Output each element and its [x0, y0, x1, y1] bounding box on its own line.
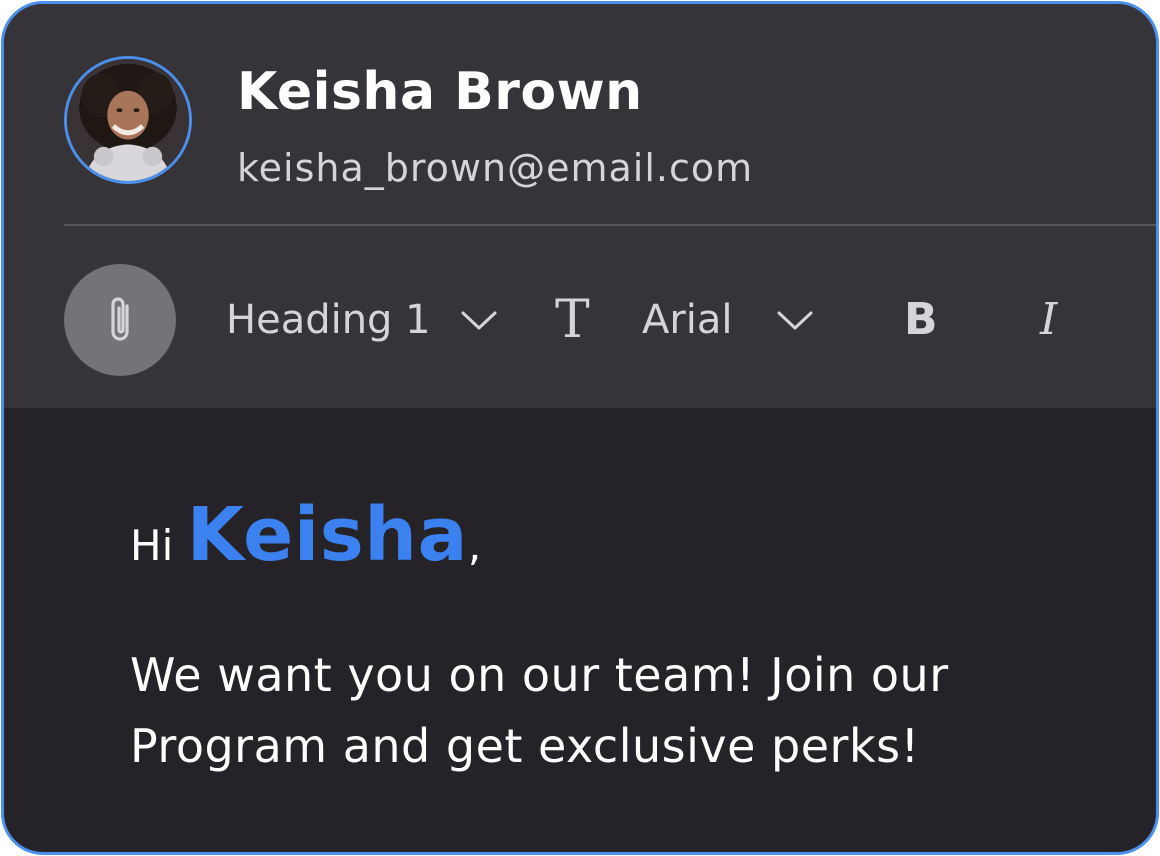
email-compose-card: Keisha Brown keisha_brown@email.com Head…	[1, 1, 1159, 855]
chevron-down-icon[interactable]	[460, 310, 498, 332]
sender-email: keisha_brown@email.com	[237, 146, 754, 190]
greeting-line[interactable]: Hi Keisha,	[130, 490, 481, 591]
greeting-suffix: ,	[467, 521, 482, 570]
message-body[interactable]: We want you on our team! Join our Progra…	[130, 640, 1090, 782]
bold-button[interactable]: B	[904, 292, 938, 348]
attach-button[interactable]	[64, 264, 176, 376]
text-style-dropdown[interactable]: Heading 1	[226, 294, 431, 346]
avatar	[64, 56, 192, 184]
header-divider	[64, 224, 1156, 226]
font-family-dropdown[interactable]: Arial	[642, 294, 733, 346]
paperclip-icon	[111, 297, 129, 341]
greeting-name: Keisha	[186, 492, 468, 578]
italic-button[interactable]: I	[1040, 292, 1057, 348]
sender-name: Keisha Brown	[237, 62, 643, 122]
user-avatar-photo	[67, 59, 189, 181]
text-format-icon[interactable]: T	[555, 290, 590, 350]
compose-header: Keisha Brown keisha_brown@email.com Head…	[4, 4, 1156, 408]
chevron-down-icon[interactable]	[776, 310, 814, 332]
greeting-prefix: Hi	[130, 521, 174, 570]
